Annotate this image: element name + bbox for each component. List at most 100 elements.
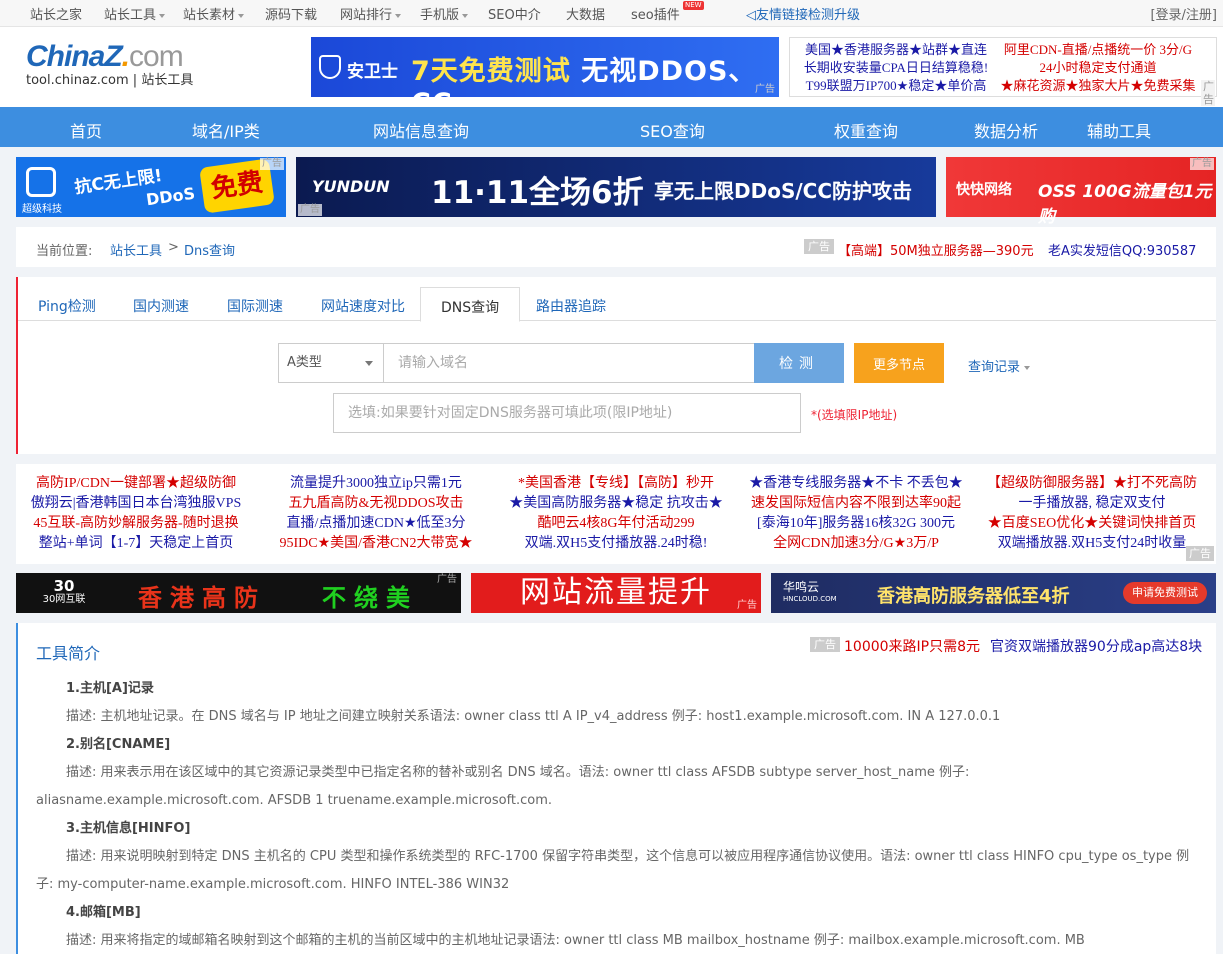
dns-server-input[interactable] (333, 393, 801, 433)
nav-data-analysis[interactable]: 数据分析 (974, 118, 1038, 142)
breadcrumb: 当前位置: 站长工具 > Dns查询 广告 【高端】50M独立服务器—390元 … (16, 227, 1216, 267)
text-ad-link[interactable]: 一手播放器, 稳定双支付 (972, 494, 1212, 514)
record-heading: 2.别名[CNAME] (66, 737, 171, 752)
nav-aux-tools[interactable]: 辅助工具 (1087, 118, 1151, 142)
text-ad-link[interactable]: 全网CDN加速3分/G★3万/P (736, 534, 976, 554)
topbar-link-source[interactable]: 源码下载 (265, 4, 317, 23)
chevron-down-icon (365, 361, 373, 366)
tab-domestic-speed[interactable]: 国内测速 (133, 287, 189, 321)
ad-tag: 广告 (298, 204, 322, 216)
breadcrumb-ad-link[interactable]: 【高端】50M独立服务器—390元 (838, 240, 1034, 259)
text-ad-link[interactable]: 美国★香港服务器★站群★直连 (796, 41, 996, 59)
site-logo[interactable]: ChinaZ.com tool.chinaz.com | 站长工具 (26, 41, 193, 89)
logo-wordmark: ChinaZ.com (26, 41, 193, 73)
check-button[interactable]: 检测 (754, 343, 844, 383)
topbar-link-mobile[interactable]: 手机版 (420, 4, 469, 23)
text-ad-link[interactable]: ★美国高防服务器★稳定 抗攻击★ (496, 494, 736, 514)
text-ad-link[interactable]: 【超级防御服务器】★打不死高防 (972, 474, 1212, 494)
text-ad-link[interactable]: 整站+单词【1-7】天稳定上首页 (16, 534, 256, 554)
topbar-link-rank[interactable]: 网站排行 (340, 4, 402, 23)
text-ad-column: *美国香港【专线】【高防】秒开 ★美国高防服务器★稳定 抗攻击★ 酷吧云4核8G… (496, 474, 736, 554)
domain-input[interactable] (383, 343, 755, 383)
ad-tag: 广告 (1201, 80, 1215, 106)
intro-ad-link[interactable]: 官资双端播放器90分成ap高达8块 (990, 636, 1202, 656)
login-register-link[interactable]: [登录/注册] (1150, 4, 1217, 23)
logo-dot: . (121, 40, 130, 73)
topbar-link-home[interactable]: 站长之家 (30, 4, 82, 23)
text-ad-link[interactable]: 五九盾高防&无视DDOS攻击 (256, 494, 496, 514)
record-heading: 4.邮箱[MB] (66, 905, 141, 920)
banner-ad-5[interactable]: 网站流量提升 广告 (471, 573, 761, 613)
breadcrumb-prefix: 当前位置: (36, 244, 93, 259)
breadcrumb-ad-link[interactable]: 老A实发短信QQ:930587 (1048, 240, 1196, 259)
record-section: 3.主机信息[HINFO] 描述: 用来说明映射到特定 DNS 主机名的 CPU… (36, 815, 1198, 899)
text-ad-link[interactable]: 24小时稳定支付通道 (998, 59, 1198, 77)
topbar-link-materials[interactable]: 站长素材 (183, 4, 245, 23)
breadcrumb-current[interactable]: Dns查询 (184, 240, 235, 259)
text-ad-link[interactable]: 速发国际短信内容不限到达率90起 (736, 494, 976, 514)
nav-domain-ip[interactable]: 域名/IP类 (192, 118, 260, 142)
banner-ad-6[interactable]: 华鸣云 HNCLOUD.COM 香港高防服务器低至4折 申请免费测试 (771, 573, 1216, 613)
text-ad-link[interactable]: 高防IP/CDN一键部署★超级防御 (16, 474, 256, 494)
text-ad-link[interactable]: [泰海10年]服务器16核32G 300元 (736, 514, 976, 534)
more-nodes-button[interactable]: 更多节点 (854, 343, 944, 383)
record-type-select[interactable]: A类型 (278, 343, 384, 383)
banner-text: 香港高防 (138, 584, 266, 612)
text-ad-link[interactable]: 45互联-高防妙解服务器-随时退换 (16, 514, 256, 534)
topbar-link-friendlink[interactable]: ◁友情链接检测升级 (746, 4, 860, 23)
text-ad-link[interactable]: 傲翔云|香港韩国日本台湾独服VPS (16, 494, 256, 514)
text-ad-link[interactable]: 阿里CDN-直播/点播统一价 3分/G (998, 41, 1198, 59)
topbar-link-seo-plugin[interactable]: seo插件 NEW (631, 1, 704, 23)
topbar-link-bigdata[interactable]: 大数据 (566, 4, 605, 23)
intro-ad-link[interactable]: 10000来路IP只需8元 (844, 636, 980, 656)
text-ad-link[interactable]: 流量提升3000独立ip只需1元 (256, 474, 496, 494)
banner-text: 香港高防服务器低至4折 (877, 586, 1070, 607)
topbar-link-tools[interactable]: 站长工具 (104, 4, 166, 23)
nav-seo[interactable]: SEO查询 (640, 118, 705, 142)
header-banner-ad[interactable]: 安卫士 7天免费测试 无视DDOS、CC 广告 (311, 37, 779, 119)
query-history-dropdown[interactable]: 查询记录 (968, 356, 1031, 375)
banner-text: 不绕美 (322, 584, 418, 612)
text-ad-link[interactable]: 双端播放器.双H5支付24时收量 (972, 534, 1212, 554)
ad-tag: 广告 (1186, 546, 1214, 561)
chevron-down-icon (238, 13, 245, 18)
text-ad-column: 高防IP/CDN一键部署★超级防御 傲翔云|香港韩国日本台湾独服VPS 45互联… (16, 474, 256, 554)
nav-weight[interactable]: 权重查询 (834, 118, 898, 142)
tab-speed-compare[interactable]: 网站速度对比 (321, 287, 405, 321)
banner-text: 享无上限DDoS/CC防护攻击 (654, 179, 913, 203)
tab-dns[interactable]: DNS查询 (420, 287, 521, 322)
brand-logo: 30 30网互联 (22, 575, 106, 611)
text-ad-column: 【超级防御服务器】★打不死高防 一手播放器, 稳定双支付 ★百度SEO优化★关键… (972, 474, 1212, 554)
topbar-link-seo-agency[interactable]: SEO中介 (488, 4, 541, 23)
tab-ping[interactable]: Ping检测 (38, 287, 96, 321)
text-ad-link[interactable]: 95IDC★美国/香港CN2大带宽★ (256, 534, 496, 554)
chevron-down-icon (462, 13, 469, 18)
banner-ad-4[interactable]: 30 30网互联 香港高防 不绕美 广告 (16, 573, 461, 613)
tool-intro: 工具简介 广告 10000来路IP只需8元 官资双端播放器90分成ap高达8块 … (16, 623, 1216, 954)
text-ad-link[interactable]: *美国香港【专线】【高防】秒开 (496, 474, 736, 494)
text-ad-link[interactable]: 双端.双H5支付播放器.24时稳! (496, 534, 736, 554)
text-ad-link[interactable]: ★百度SEO优化★关键词快排首页 (972, 514, 1212, 534)
banner-headline: 11·11全场6折 (431, 175, 644, 211)
text-ad-link[interactable]: 长期收安装量CPA日日结算稳稳! (796, 59, 996, 77)
brand-logo-icon (26, 167, 56, 197)
text-ad-link[interactable]: T99联盟万IP700★稳定★单价高 (796, 77, 996, 95)
tab-traceroute[interactable]: 路由器追踪 (536, 287, 606, 321)
nav-site-info[interactable]: 网站信息查询 (373, 118, 469, 142)
tab-intl-speed[interactable]: 国际测速 (227, 287, 283, 321)
text-ad-column: 阿里CDN-直播/点播统一价 3分/G 24小时稳定支付通道 ★麻花资源★独家大… (998, 41, 1198, 95)
text-ad-link[interactable]: 酷吧云4核8G年付活动299 (496, 514, 736, 534)
banner-ad-2[interactable]: YUNDUN 11·11全场6折 享无上限DDoS/CC防护攻击 广告 (296, 157, 936, 217)
nav-home[interactable]: 首页 (70, 118, 102, 142)
text-ad-link[interactable]: 直播/点播加速CDN★低至3分 (256, 514, 496, 534)
banner-ad-3[interactable]: 快快网络 OSS 100G流量包1元购 广告 (946, 157, 1216, 227)
banner-ad-1[interactable]: 超级科技 抗C无上限! DDoS 免费 广告 (16, 157, 286, 217)
text-ad-column: 美国★香港服务器★站群★直连 长期收安装量CPA日日结算稳稳! T99联盟万IP… (796, 41, 996, 95)
breadcrumb-home-link[interactable]: 站长工具 (110, 240, 162, 259)
record-description: 描述: 用来表示用在该区域中的其它资源记录类型中已指定名称的替补或别名 DNS … (36, 765, 970, 808)
apply-free-test-button[interactable]: 申请免费测试 (1123, 582, 1207, 604)
logo-z: Z (104, 40, 122, 73)
banner-text: DDoS (144, 183, 197, 210)
text-ad-link[interactable]: ★香港专线服务器★不卡 不丢包★ (736, 474, 976, 494)
text-ad-link[interactable]: ★麻花资源★独家大片★免费采集 (998, 77, 1198, 95)
